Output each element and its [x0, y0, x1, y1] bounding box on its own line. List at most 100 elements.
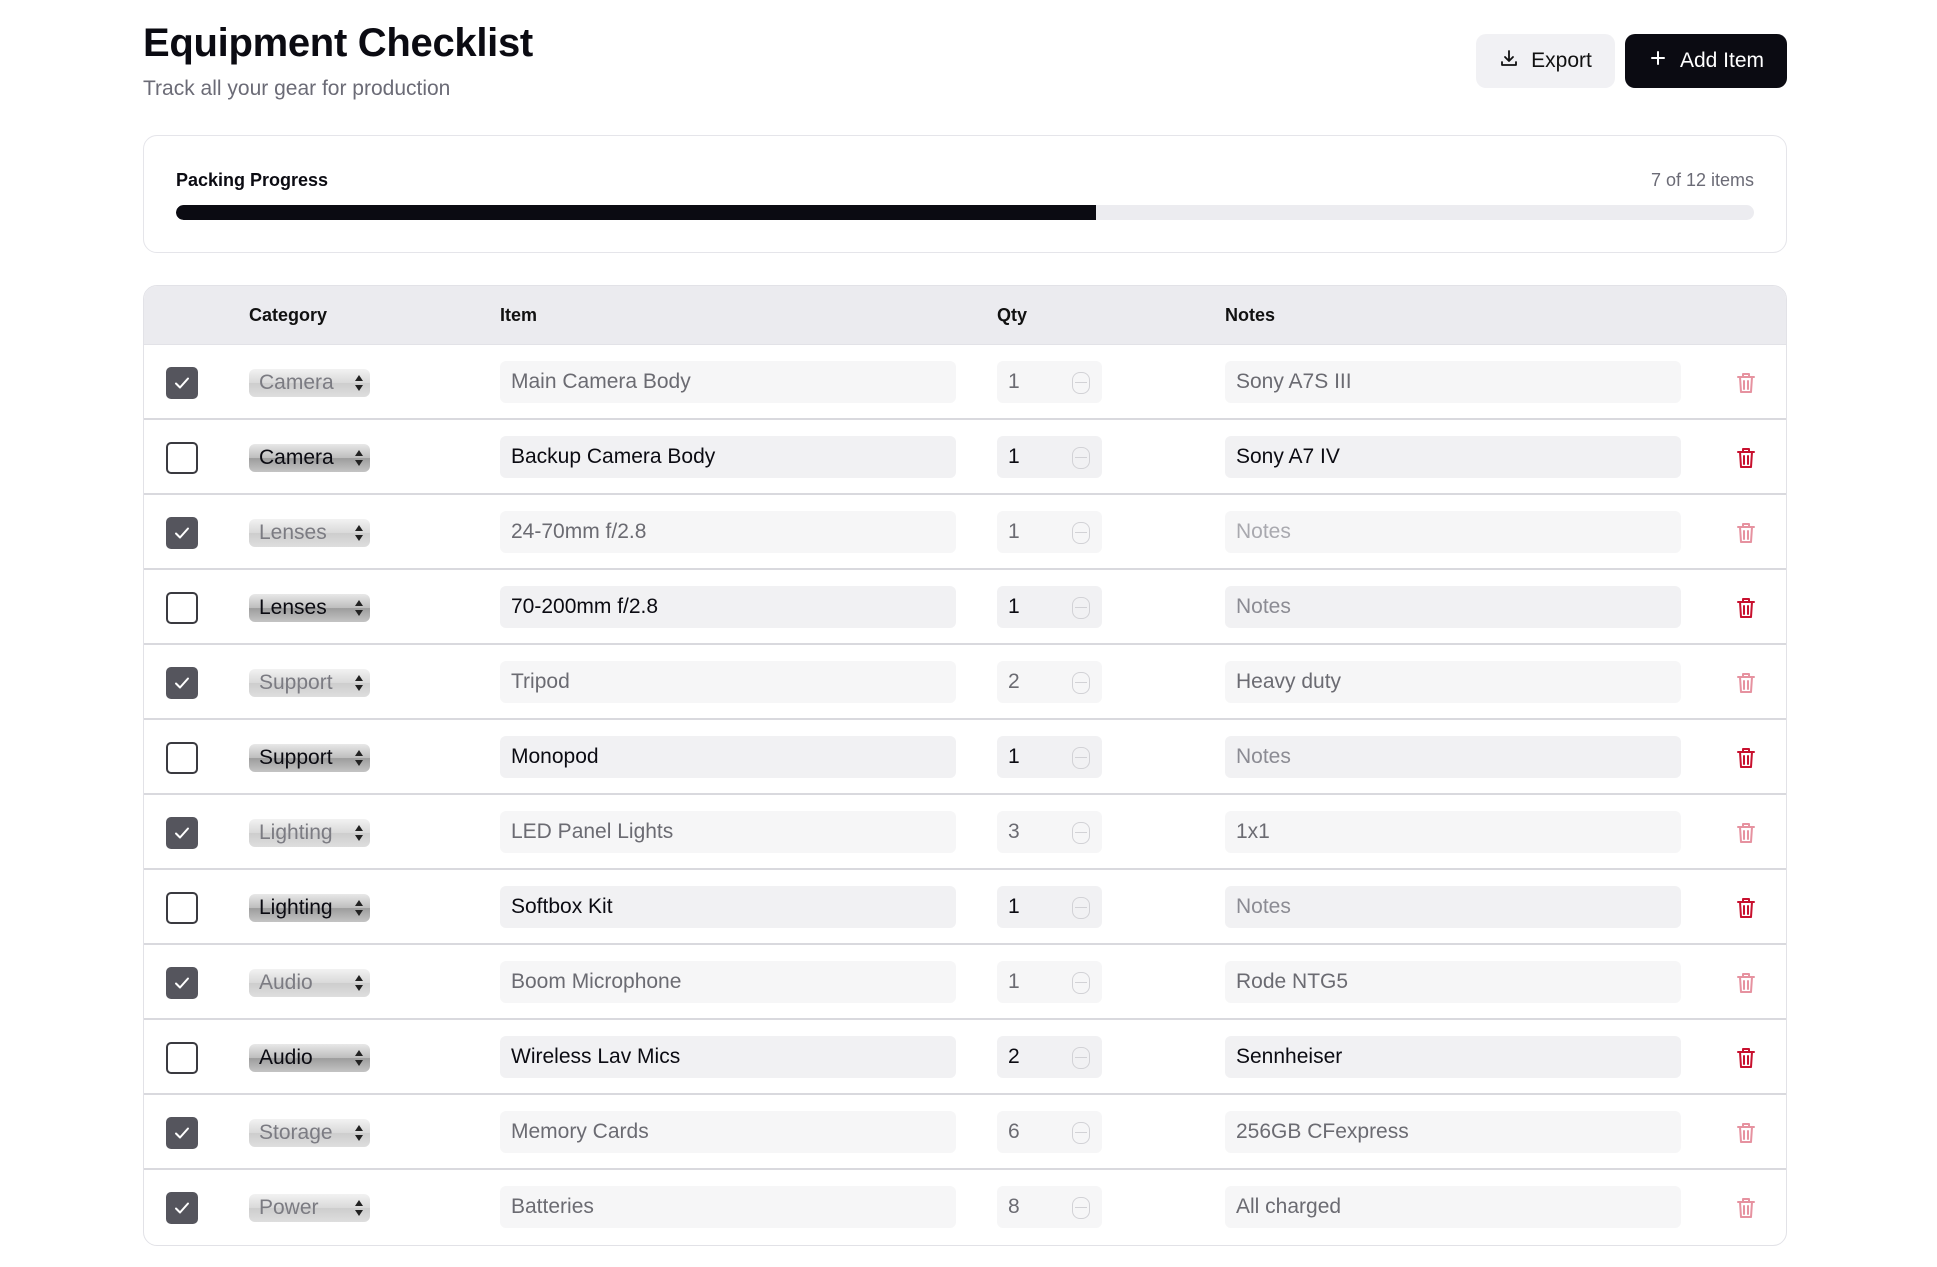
- check-icon: [175, 977, 189, 989]
- quantity-stepper[interactable]: [1072, 372, 1090, 394]
- category-select[interactable]: Camera: [249, 444, 370, 472]
- delete-item-button[interactable]: [1735, 1196, 1757, 1220]
- trash-icon: [1737, 1198, 1755, 1218]
- quantity-input[interactable]: 3: [997, 811, 1102, 853]
- packed-checkbox[interactable]: [166, 892, 198, 924]
- category-select[interactable]: Storage: [249, 1119, 370, 1147]
- quantity-input[interactable]: 1: [997, 361, 1102, 403]
- notes-input[interactable]: Notes: [1225, 511, 1681, 553]
- category-select[interactable]: Audio: [249, 1044, 370, 1072]
- delete-item-button[interactable]: [1735, 821, 1757, 845]
- delete-item-button[interactable]: [1735, 671, 1757, 695]
- table-row: Audio Wireless Lav Mics 2 Sennheiser: [144, 1020, 1786, 1095]
- quantity-input[interactable]: 1: [997, 886, 1102, 928]
- delete-item-button[interactable]: [1735, 1121, 1757, 1145]
- item-name-input[interactable]: Main Camera Body: [500, 361, 956, 403]
- quantity-value: 6: [1008, 1120, 1020, 1143]
- trash-icon: [1737, 523, 1755, 543]
- category-select[interactable]: Camera: [249, 369, 370, 397]
- select-arrows-icon: [355, 750, 363, 766]
- delete-item-button[interactable]: [1735, 896, 1757, 920]
- quantity-stepper[interactable]: [1072, 1197, 1090, 1219]
- quantity-stepper[interactable]: [1072, 747, 1090, 769]
- item-name-input[interactable]: Boom Microphone: [500, 961, 956, 1003]
- delete-item-button[interactable]: [1735, 1046, 1757, 1070]
- notes-input[interactable]: Notes: [1225, 736, 1681, 778]
- delete-item-button[interactable]: [1735, 746, 1757, 770]
- quantity-stepper[interactable]: [1072, 822, 1090, 844]
- packed-checkbox[interactable]: [166, 1042, 198, 1074]
- packed-checkbox[interactable]: [166, 817, 198, 849]
- notes-input[interactable]: Notes: [1225, 886, 1681, 928]
- category-select[interactable]: Support: [249, 744, 370, 772]
- quantity-input[interactable]: 1: [997, 436, 1102, 478]
- item-name-input[interactable]: LED Panel Lights: [500, 811, 956, 853]
- delete-item-button[interactable]: [1735, 971, 1757, 995]
- quantity-input[interactable]: 2: [997, 661, 1102, 703]
- quantity-value: 2: [1008, 1045, 1020, 1068]
- add-item-button[interactable]: Add Item: [1625, 34, 1787, 88]
- quantity-stepper[interactable]: [1072, 1047, 1090, 1069]
- delete-item-button[interactable]: [1735, 521, 1757, 545]
- packed-checkbox[interactable]: [166, 742, 198, 774]
- delete-item-button[interactable]: [1735, 596, 1757, 620]
- item-name-input[interactable]: Batteries: [500, 1186, 956, 1228]
- notes-input[interactable]: Heavy duty: [1225, 661, 1681, 703]
- item-name-input[interactable]: Monopod: [500, 736, 956, 778]
- category-select[interactable]: Support: [249, 669, 370, 697]
- packed-checkbox[interactable]: [166, 592, 198, 624]
- packed-checkbox[interactable]: [166, 667, 198, 699]
- category-select[interactable]: Power: [249, 1194, 370, 1222]
- packed-checkbox[interactable]: [166, 367, 198, 399]
- table-row: Storage Memory Cards 6 256GB CFexpress: [144, 1095, 1786, 1170]
- item-name-input[interactable]: 24-70mm f/2.8: [500, 511, 956, 553]
- notes-input[interactable]: All charged: [1225, 1186, 1681, 1228]
- notes-input[interactable]: Sony A7S III: [1225, 361, 1681, 403]
- quantity-stepper[interactable]: [1072, 447, 1090, 469]
- select-arrows-icon: [355, 975, 363, 991]
- export-button[interactable]: Export: [1476, 34, 1615, 88]
- quantity-stepper[interactable]: [1072, 1122, 1090, 1144]
- item-name-input[interactable]: Memory Cards: [500, 1111, 956, 1153]
- quantity-input[interactable]: 1: [997, 961, 1102, 1003]
- packed-checkbox[interactable]: [166, 517, 198, 549]
- packed-checkbox[interactable]: [166, 967, 198, 999]
- delete-item-button[interactable]: [1735, 371, 1757, 395]
- notes-input[interactable]: 256GB CFexpress: [1225, 1111, 1681, 1153]
- quantity-input[interactable]: 1: [997, 511, 1102, 553]
- trash-icon: [1737, 748, 1755, 768]
- notes-input[interactable]: Notes: [1225, 586, 1681, 628]
- notes-input[interactable]: Sony A7 IV: [1225, 436, 1681, 478]
- item-name-input[interactable]: Wireless Lav Mics: [500, 1036, 956, 1078]
- quantity-stepper[interactable]: [1072, 897, 1090, 919]
- quantity-stepper[interactable]: [1072, 672, 1090, 694]
- quantity-stepper[interactable]: [1072, 522, 1090, 544]
- category-select[interactable]: Audio: [249, 969, 370, 997]
- quantity-input[interactable]: 2: [997, 1036, 1102, 1078]
- packed-checkbox[interactable]: [166, 1192, 198, 1224]
- table-row: Lenses 24-70mm f/2.8 1 Notes: [144, 495, 1786, 570]
- quantity-stepper[interactable]: [1072, 972, 1090, 994]
- item-name-input[interactable]: Softbox Kit: [500, 886, 956, 928]
- delete-item-button[interactable]: [1735, 446, 1757, 470]
- packed-checkbox[interactable]: [166, 442, 198, 474]
- quantity-input[interactable]: 1: [997, 736, 1102, 778]
- item-name-input[interactable]: Tripod: [500, 661, 956, 703]
- check-icon: [175, 827, 189, 839]
- notes-input[interactable]: 1x1: [1225, 811, 1681, 853]
- item-name-input[interactable]: 70-200mm f/2.8: [500, 586, 956, 628]
- category-select[interactable]: Lenses: [249, 519, 370, 547]
- notes-input[interactable]: Sennheiser: [1225, 1036, 1681, 1078]
- category-select[interactable]: Lenses: [249, 594, 370, 622]
- packed-checkbox[interactable]: [166, 1117, 198, 1149]
- category-select[interactable]: Lighting: [249, 894, 370, 922]
- quantity-value: 1: [1008, 370, 1020, 393]
- quantity-input[interactable]: 8: [997, 1186, 1102, 1228]
- column-header-item: Item: [500, 305, 538, 325]
- item-name-input[interactable]: Backup Camera Body: [500, 436, 956, 478]
- notes-input[interactable]: Rode NTG5: [1225, 961, 1681, 1003]
- quantity-input[interactable]: 6: [997, 1111, 1102, 1153]
- quantity-input[interactable]: 1: [997, 586, 1102, 628]
- quantity-stepper[interactable]: [1072, 597, 1090, 619]
- category-select[interactable]: Lighting: [249, 819, 370, 847]
